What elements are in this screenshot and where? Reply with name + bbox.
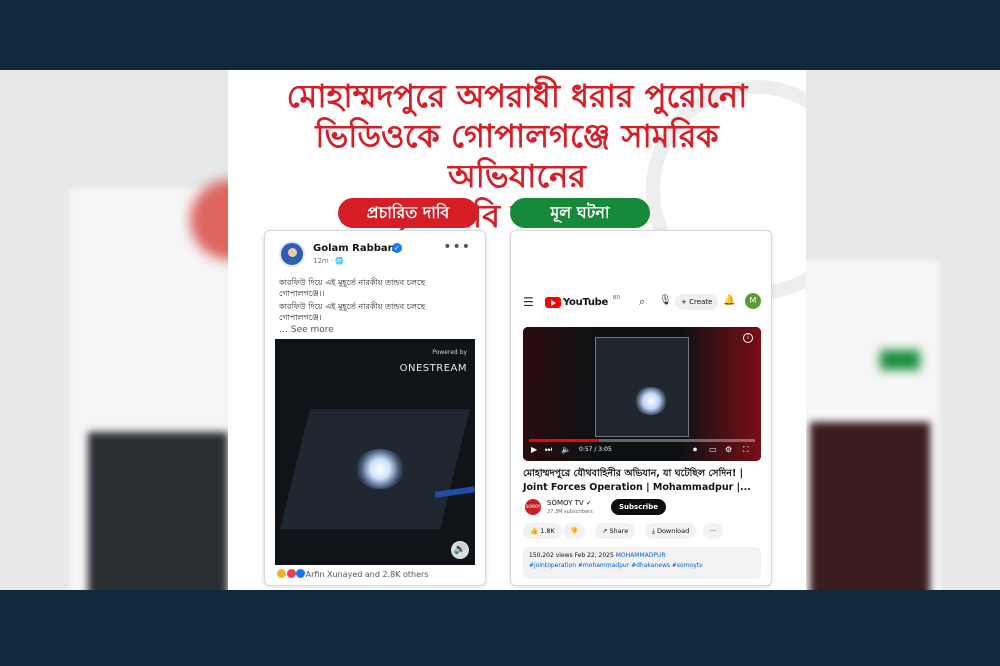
video-brand-watermark: ONESTREAM	[399, 363, 467, 374]
fact-label: মূল ঘটনা	[510, 198, 650, 228]
more-actions-button[interactable]: ···	[703, 523, 724, 539]
info-icon[interactable]: i	[743, 333, 753, 343]
description-meta: 150,202 views Feb 22, 2025 MOHAMMADPUR	[529, 551, 755, 561]
youtube-logo-text[interactable]: YouTube	[563, 297, 608, 308]
claim-label: প্রচারিত দাবি	[338, 198, 478, 228]
bottom-frame-band	[0, 590, 1000, 666]
love-reaction-icon	[286, 569, 296, 578]
settings-icon[interactable]: ⚙	[725, 445, 732, 454]
post-text-line-1: কারফিউ দিয়ে এই মুহূর্তে নারকীয় তান্ডব …	[279, 278, 426, 298]
volume-icon[interactable]: 🔊	[451, 541, 469, 559]
create-button[interactable]: + Create	[675, 294, 719, 310]
reaction-summary[interactable]: Arfin Xunayed and 2.8K others	[277, 569, 428, 579]
avatar[interactable]	[279, 241, 305, 267]
dislike-button[interactable]: 👎	[563, 523, 586, 539]
video-description[interactable]: 150,202 views Feb 22, 2025 MOHAMMADPUR #…	[523, 547, 761, 579]
reaction-names: Arfin Xunayed and 2.8K others	[305, 570, 429, 579]
haha-reaction-icon	[277, 569, 286, 578]
verified-badge-icon: ✓	[392, 243, 402, 253]
video-scene-light	[355, 449, 405, 489]
youtube-country-code: BD	[613, 295, 621, 301]
youtube-video-card: ☰ YouTube BD ⌕ 🎙 + Create 🔔 M i ▶ ⏭ 🔈 0:…	[510, 230, 772, 586]
subscribe-button[interactable]: Subscribe	[611, 499, 666, 515]
channel-name[interactable]: SOMOY TV ✓	[547, 499, 592, 507]
like-button[interactable]: 👍 1.8K	[523, 523, 562, 539]
fact-check-poster: মোহাম্মদপুরে অপরাধী ধরার পুরোনো ভিডিওকে …	[228, 70, 806, 590]
headline-line-1: মোহাম্মদপুরে অপরাধী ধরার পুরোনো	[286, 77, 748, 115]
video-powered-by: Powered by	[432, 349, 467, 356]
progress-fill	[529, 439, 600, 442]
autoplay-toggle[interactable]: ⏺	[693, 445, 697, 455]
headline-line-2: ভিডিওকে গোপালগঞ্জে সামরিক অভিযানের	[315, 117, 719, 195]
post-time: 12m · 🌐	[313, 257, 345, 265]
youtube-header: ☰ YouTube BD ⌕ 🎙 + Create 🔔 M	[511, 291, 771, 317]
post-video[interactable]: Powered by ONESTREAM 🔊	[275, 339, 475, 565]
blurred-right-accent	[880, 350, 920, 370]
next-icon[interactable]: ⏭	[545, 445, 552, 455]
avatar[interactable]: M	[745, 293, 761, 309]
blurred-left-video	[88, 432, 228, 590]
facebook-post-card: Golam Rabbani ✓ 12m · 🌐 ••• কারফিউ দিয়ে…	[264, 230, 486, 586]
hashtags[interactable]: #jointoperation #mohammadpur #dhakanews …	[529, 561, 755, 571]
video-inset-light	[633, 387, 669, 415]
mic-icon[interactable]: 🎙	[659, 295, 672, 306]
video-title[interactable]: মোহাম্মদপুরে যৌথবাহিনীর অভিযান, যা ঘটেছি…	[523, 467, 763, 495]
volume-icon[interactable]: 🔈	[561, 445, 571, 454]
bell-icon[interactable]: 🔔	[723, 295, 735, 306]
like-reaction-icon	[296, 569, 306, 578]
blurred-right-video	[810, 422, 930, 590]
video-time: 0:57 / 3:05	[579, 446, 612, 453]
progress-bar[interactable]	[529, 439, 755, 442]
top-frame-band	[0, 0, 1000, 70]
captions-icon[interactable]: ▭	[709, 445, 717, 454]
post-text-line-2: কারফিউ দিয়ে এই মুহূর্তে নারকীয় তান্ডব …	[279, 302, 426, 322]
youtube-logo-icon[interactable]	[545, 297, 561, 308]
subscriber-count: 27.3M subscribers	[547, 509, 593, 515]
channel-avatar[interactable]: SOMOY	[525, 499, 541, 515]
video-player[interactable]: i ▶ ⏭ 🔈 0:57 / 3:05 ⏺ ▭ ⚙ ⛶	[523, 327, 761, 461]
location-tag[interactable]: MOHAMMADPUR	[616, 552, 666, 559]
hamburger-menu-icon[interactable]: ☰	[523, 295, 534, 309]
play-icon[interactable]: ▶	[531, 445, 537, 454]
video-inset-clip	[595, 337, 689, 437]
more-dots-icon[interactable]: •••	[443, 239, 471, 255]
search-icon[interactable]: ⌕	[639, 295, 645, 309]
share-button[interactable]: ↗ Share	[595, 523, 636, 539]
views-and-date: 150,202 views Feb 22, 2025	[529, 552, 614, 559]
post-author[interactable]: Golam Rabbani	[313, 243, 398, 254]
fullscreen-icon[interactable]: ⛶	[743, 445, 749, 455]
see-more-link[interactable]: … See more	[279, 325, 334, 335]
download-button[interactable]: ⤓ Download	[645, 523, 697, 539]
